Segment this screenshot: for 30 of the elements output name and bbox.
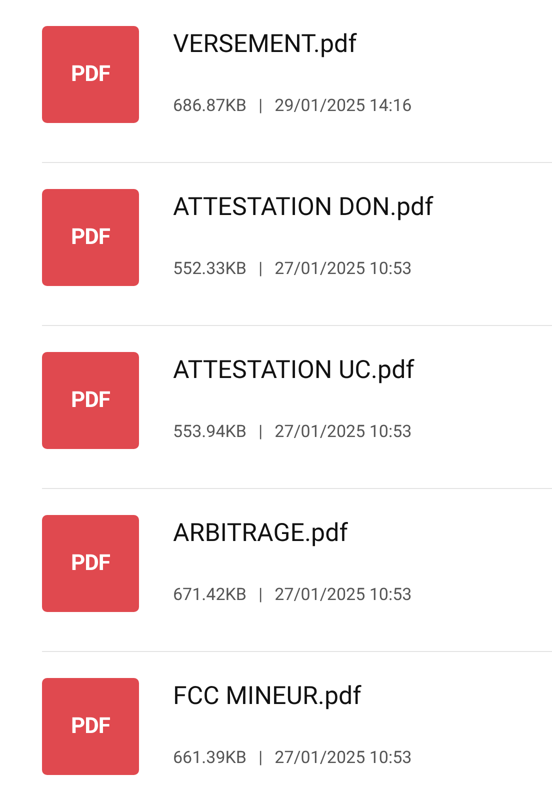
separator: | [258,258,263,280]
file-name: FCC MINEUR.pdf [173,681,362,713]
file-name: ATTESTATION UC.pdf [173,355,414,387]
file-name: ARBITRAGE.pdf [173,518,349,550]
file-item[interactable]: PDF ATTESTATION DON.pdf 552.33KB | 27/01/2025 10:53 [42,163,552,326]
file-size: 661.39KB [173,746,247,770]
file-item[interactable]: PDF ARBITRAGE.pdf 671.42KB | 27/01/2025 10:53 [42,489,552,652]
file-name: ATTESTATION DON.pdf [173,192,434,224]
pdf-file-icon: PDF [42,26,139,123]
pdf-file-icon: PDF [42,352,139,449]
file-size: 552.33KB [173,258,247,280]
file-date: 27/01/2025 10:53 [274,746,412,770]
file-item[interactable]: PDF ATTESTATION UC.pdf 553.94KB | 27/01/2025 10:53 [42,326,552,489]
separator: | [258,584,263,606]
pdf-file-icon: PDF [42,515,139,612]
file-size: 671.42KB [173,584,247,606]
file-size: 553.94KB [173,420,247,444]
file-item[interactable]: PDF FCC MINEUR.pdf 661.39KB | 27/01/2025 10:53 [42,652,552,800]
separator: | [258,420,263,444]
pdf-file-icon: PDF [42,678,139,775]
file-item[interactable]: PDF VERSEMENT.pdf 686.87KB | 29/01/2025 14:16 [42,0,552,163]
pdf-file-icon: PDF [42,189,139,286]
separator: | [258,746,263,770]
file-date: 27/01/2025 10:53 [274,258,412,280]
file-date: 27/01/2025 10:53 [274,420,412,444]
file-name: VERSEMENT.pdf [173,29,358,61]
separator: | [258,94,263,118]
file-date: 27/01/2025 10:53 [274,584,412,606]
file-size: 686.87KB [173,94,247,118]
file-date: 29/01/2025 14:16 [274,94,412,118]
